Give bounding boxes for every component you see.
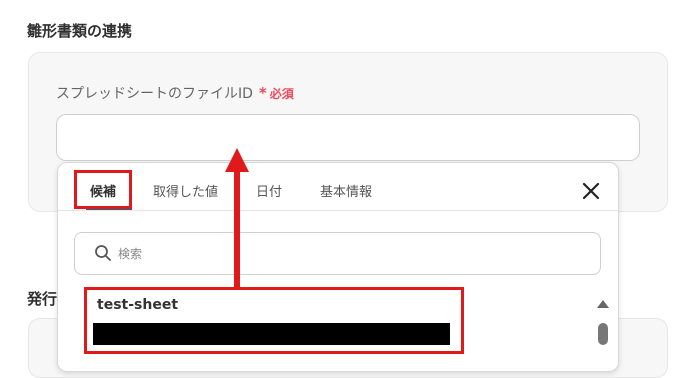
search-placeholder: 検索 [118,247,143,261]
scrollbar-thumb[interactable] [598,323,608,345]
section-title: 雛形書類の連携 [27,22,133,40]
tab-basic-info[interactable]: 基本情報 [320,181,372,200]
tab-retrieved-values[interactable]: 取得した値 [153,181,218,200]
field-label: スプレッドシートのファイルID * 必須 [56,83,294,103]
search-icon [94,244,112,262]
required-asterisk: * [258,84,267,102]
field-label-text: スプレッドシートのファイルID [56,86,253,102]
highlight-box-option [84,287,464,354]
tab-date[interactable]: 日付 [256,181,282,200]
close-button[interactable] [578,178,604,204]
close-icon [582,182,600,200]
highlight-box-tab [74,170,132,209]
scroll-up-arrow[interactable] [597,300,609,308]
next-section-title: 発行 [27,290,58,308]
search-input[interactable] [74,232,601,275]
spreadsheet-file-id-input[interactable] [56,114,640,161]
tabs-divider [58,210,618,211]
required-label: 必須 [269,87,294,101]
